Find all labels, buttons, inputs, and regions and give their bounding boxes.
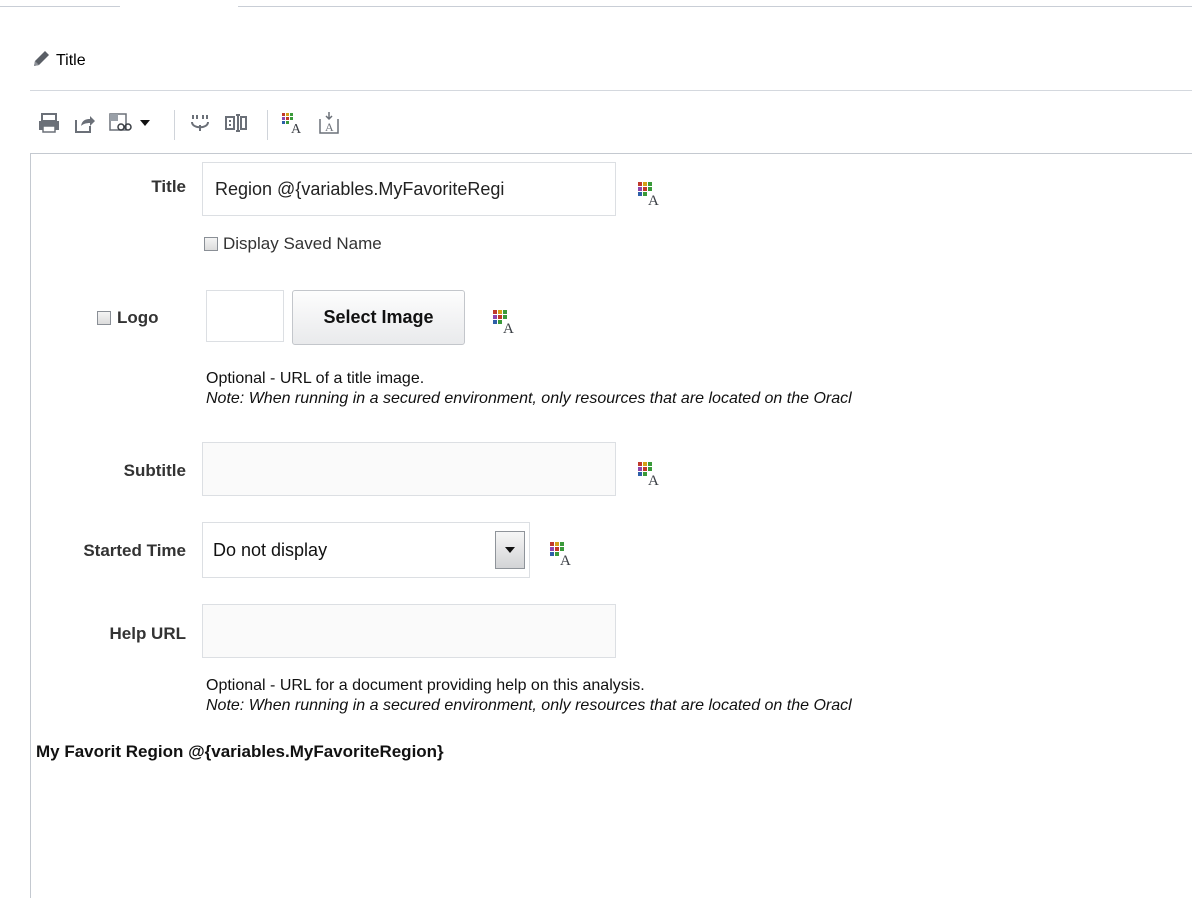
section-divider: [30, 90, 1192, 91]
started-time-value: Do not display: [213, 539, 328, 560]
title-preview: My Favorit Region @{variables.MyFavorite…: [36, 742, 444, 761]
insert-text-icon: A: [317, 111, 341, 140]
toolbar-divider: [267, 110, 268, 140]
logo-url-input[interactable]: [206, 290, 284, 342]
export-icon: [73, 112, 97, 139]
chevron-down-icon: [504, 541, 516, 559]
started-time-label: Started Time: [83, 541, 186, 560]
print-button[interactable]: [34, 110, 64, 140]
display-saved-name-label: Display Saved Name: [223, 234, 382, 253]
help-url-hint-text: Optional - URL for a document providing …: [206, 677, 645, 694]
format-text-icon: A: [280, 111, 306, 140]
logo-note-text: Note: When running in a secured environm…: [206, 390, 852, 407]
title-label: Title: [151, 177, 186, 196]
insert-text-button[interactable]: A: [314, 110, 344, 140]
format-text-icon[interactable]: A: [491, 308, 521, 339]
help-url-label: Help URL: [109, 624, 187, 643]
logo-hint: Optional - URL of a title image. Note: W…: [206, 369, 1192, 409]
svg-text:A: A: [560, 553, 571, 566]
logo-option: Logo: [97, 308, 159, 328]
format-text-icon[interactable]: A: [636, 460, 666, 491]
view-options-dropdown[interactable]: [106, 110, 158, 140]
section-title: Title: [30, 50, 86, 72]
logo-label: Logo: [117, 308, 159, 327]
started-time-select[interactable]: Do not display: [202, 522, 530, 578]
svg-text:A: A: [503, 321, 514, 334]
display-saved-name-option: Display Saved Name: [204, 234, 382, 254]
svg-text:A: A: [648, 193, 659, 206]
prompts-icon: [188, 111, 212, 140]
section-title-label: Title: [56, 52, 86, 69]
format-text-icon[interactable]: A: [636, 180, 666, 211]
format-text-button[interactable]: A: [278, 110, 308, 140]
pencil-icon: [30, 48, 52, 75]
svg-text:A: A: [648, 473, 659, 486]
tab-strip-line-left: [0, 6, 120, 7]
column-properties-icon: [224, 111, 248, 140]
export-button[interactable]: [70, 110, 100, 140]
toolbar-divider: [174, 110, 175, 140]
logo-hint-text: Optional - URL of a title image.: [206, 370, 425, 387]
format-text-icon[interactable]: A: [548, 540, 578, 571]
subtitle-input[interactable]: [202, 442, 616, 496]
subtitle-label: Subtitle: [123, 461, 186, 480]
select-image-button[interactable]: Select Image: [292, 290, 465, 345]
logo-checkbox[interactable]: [97, 311, 111, 325]
tab-strip-line-right: [238, 6, 1192, 7]
help-url-input[interactable]: [202, 604, 616, 658]
svg-text:A: A: [291, 122, 302, 135]
column-properties-button[interactable]: [221, 110, 251, 140]
help-url-hint: Optional - URL for a document providing …: [206, 676, 1192, 716]
prompts-button[interactable]: [185, 110, 215, 140]
display-saved-name-checkbox[interactable]: [204, 237, 218, 251]
print-icon: [37, 112, 61, 139]
dropdown-toggle[interactable]: [495, 531, 525, 569]
help-url-note-text: Note: When running in a secured environm…: [206, 697, 852, 714]
svg-text:A: A: [325, 120, 334, 134]
view-options-icon: [108, 112, 156, 139]
title-input[interactable]: [202, 162, 616, 216]
toolbar: A A: [34, 105, 350, 145]
